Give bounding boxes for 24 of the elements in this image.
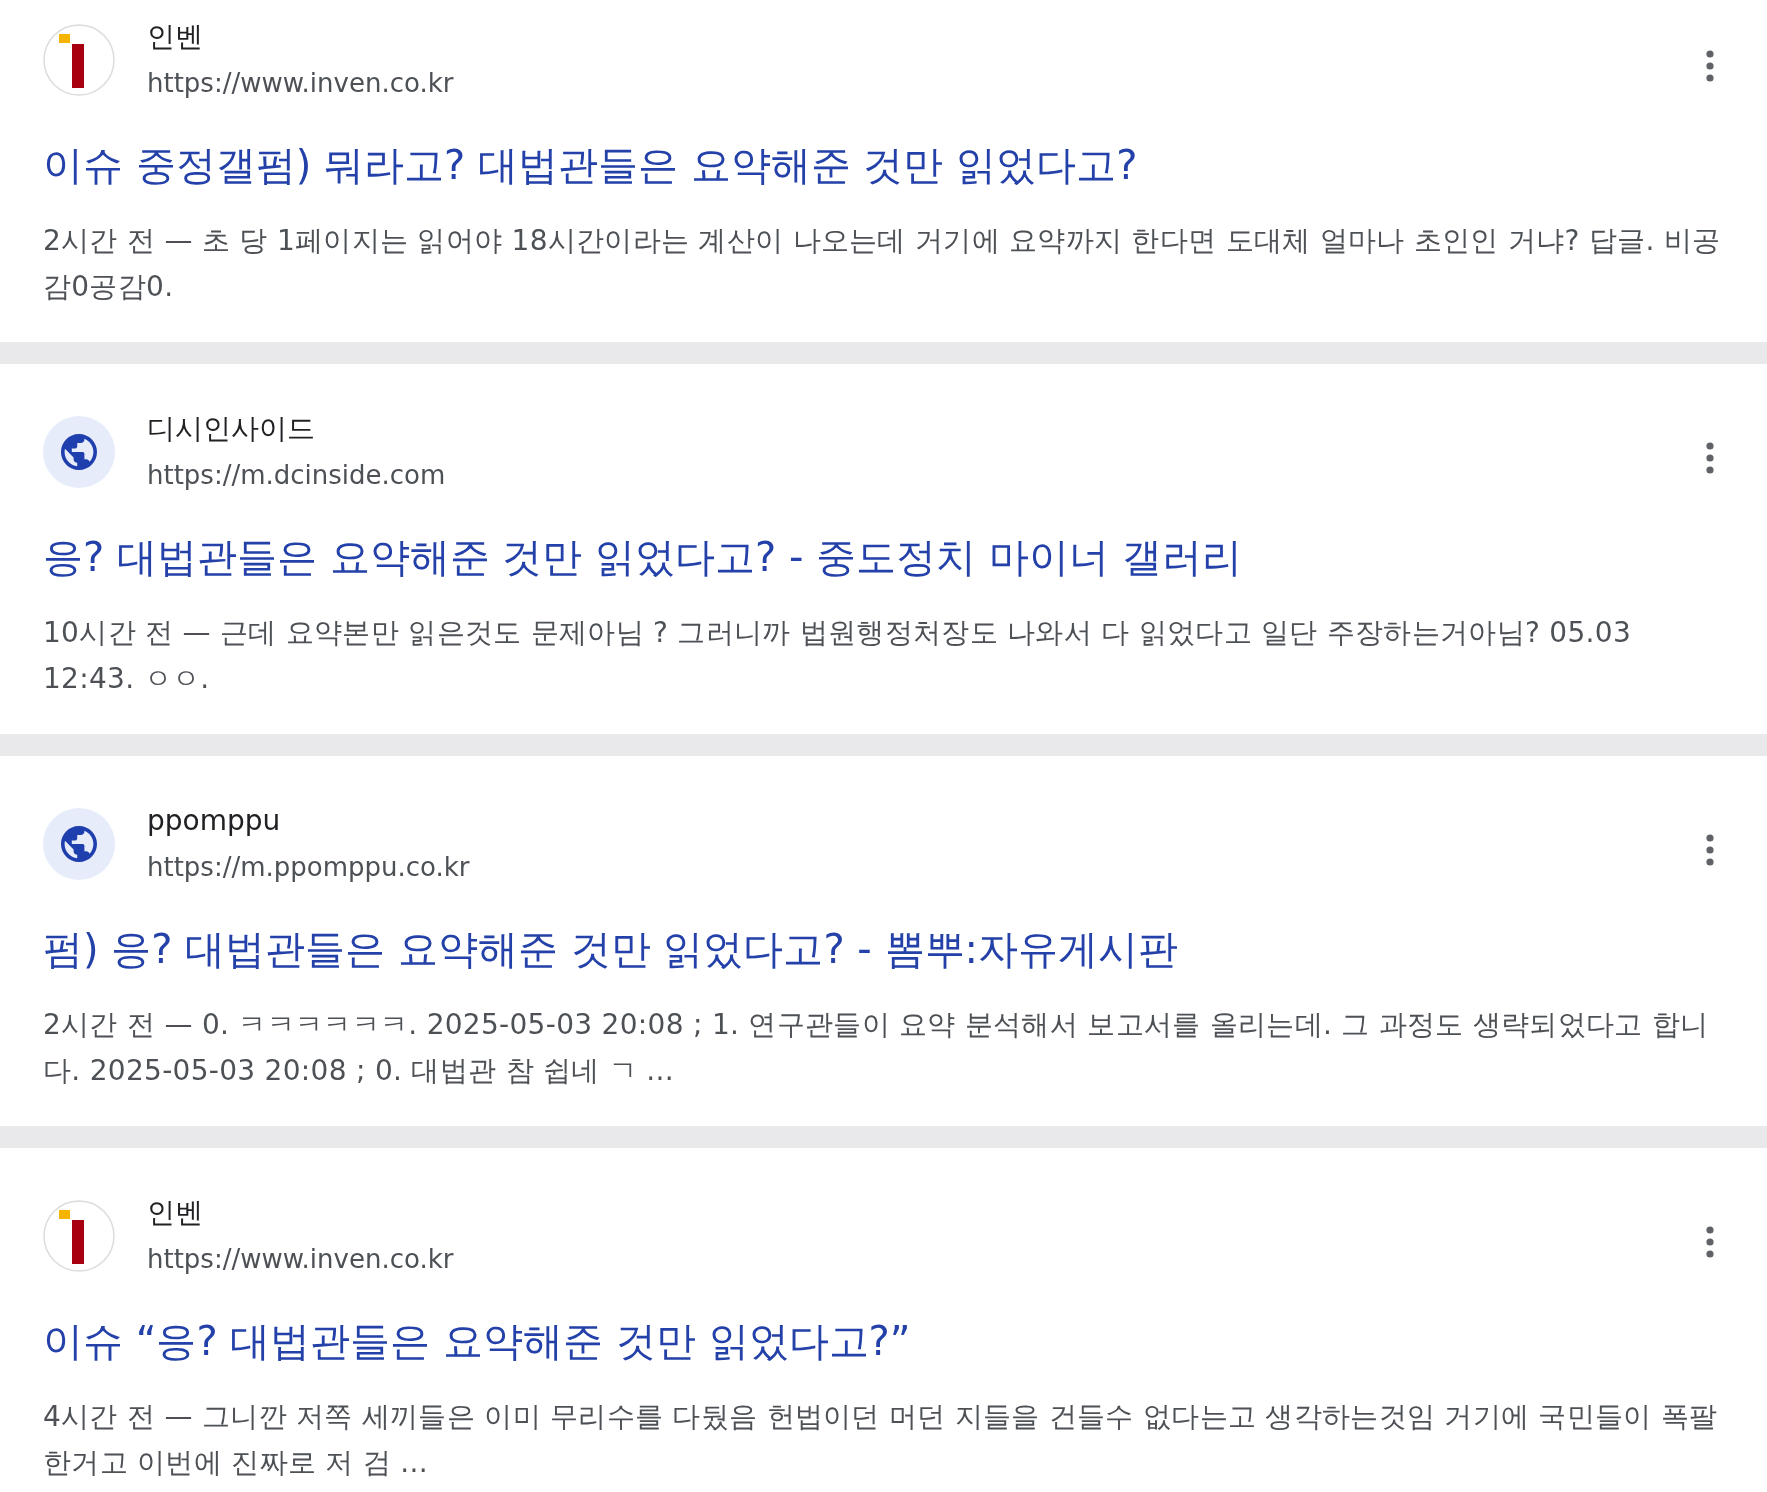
site-logo-icon xyxy=(43,24,115,96)
result-snippet: 4시간 전 — 그니깐 저쪽 세끼들은 이미 무리수를 다뒀음 헌법이던 머던 지들을 건들수 없다는고 생각하는것임 거기에 국민들이 폭팔한거고 이번에 진짜로 저 검 ... xyxy=(43,1399,1719,1481)
result-title-link[interactable]: 펌) 응? 대법관들은 요약해준 것만 읽었다고? - 뽐뿌:자유게시판 xyxy=(43,926,1178,972)
site-name: 인벤 xyxy=(147,19,203,55)
more-vert-icon xyxy=(1706,834,1714,866)
site-url: https://www.inven.co.kr xyxy=(147,67,454,100)
globe-icon xyxy=(43,416,115,488)
site-name: 디시인사이드 xyxy=(147,411,315,447)
site-url: https://www.inven.co.kr xyxy=(147,1243,454,1276)
result-snippet: 10시간 전 — 근데 요약본만 읽은것도 문제아님 ? 그러니까 법원행정처장도 나와서 다 읽었다고 일단 주장하는거아님? 05.03 12:43. ㅇㅇ. xyxy=(43,615,1632,697)
more-vert-icon xyxy=(1706,1226,1714,1258)
site-logo-icon xyxy=(43,1200,115,1272)
more-vert-icon xyxy=(1706,50,1714,82)
result-snippet: 2시간 전 — 초 당 1페이지는 읽어야 18시간이라는 계산이 나오는데 거기에 요약까지 한다면 도대체 얼마나 초인인 거냐? 답글. 비공감0공감0. xyxy=(43,223,1722,305)
more-vert-icon xyxy=(1706,442,1714,474)
site-name: ppomppu xyxy=(147,803,281,839)
result-snippet: 2시간 전 — 0. ㅋㅋㅋㅋㅋㅋ. 2025-05-03 20:08 ; 1. 연구관들이 요약 분석해서 보고서를 올리는데. 그 과정도 생략되었다고 합니다. 2025-05-03 20:08 ; 0. 대법관 참 쉽네 ㄱ ... xyxy=(43,1007,1710,1089)
result-title-link[interactable]: 이슈 “응? 대법관들은 요약해준 것만 읽었다고?” xyxy=(43,1318,911,1364)
site-url: https://m.ppomppu.co.kr xyxy=(147,851,470,884)
site-name: 인벤 xyxy=(147,1195,203,1231)
result-title-link[interactable]: 이슈 중정갤펌) 뭐라고? 대법관들은 요약해준 것만 읽었다고? xyxy=(43,142,1138,188)
globe-icon xyxy=(43,808,115,880)
result-title-link[interactable]: 응? 대법관들은 요약해준 것만 읽었다고? - 중도정치 마이너 갤러리 xyxy=(43,534,1242,580)
site-url: https://m.dcinside.com xyxy=(147,459,446,492)
